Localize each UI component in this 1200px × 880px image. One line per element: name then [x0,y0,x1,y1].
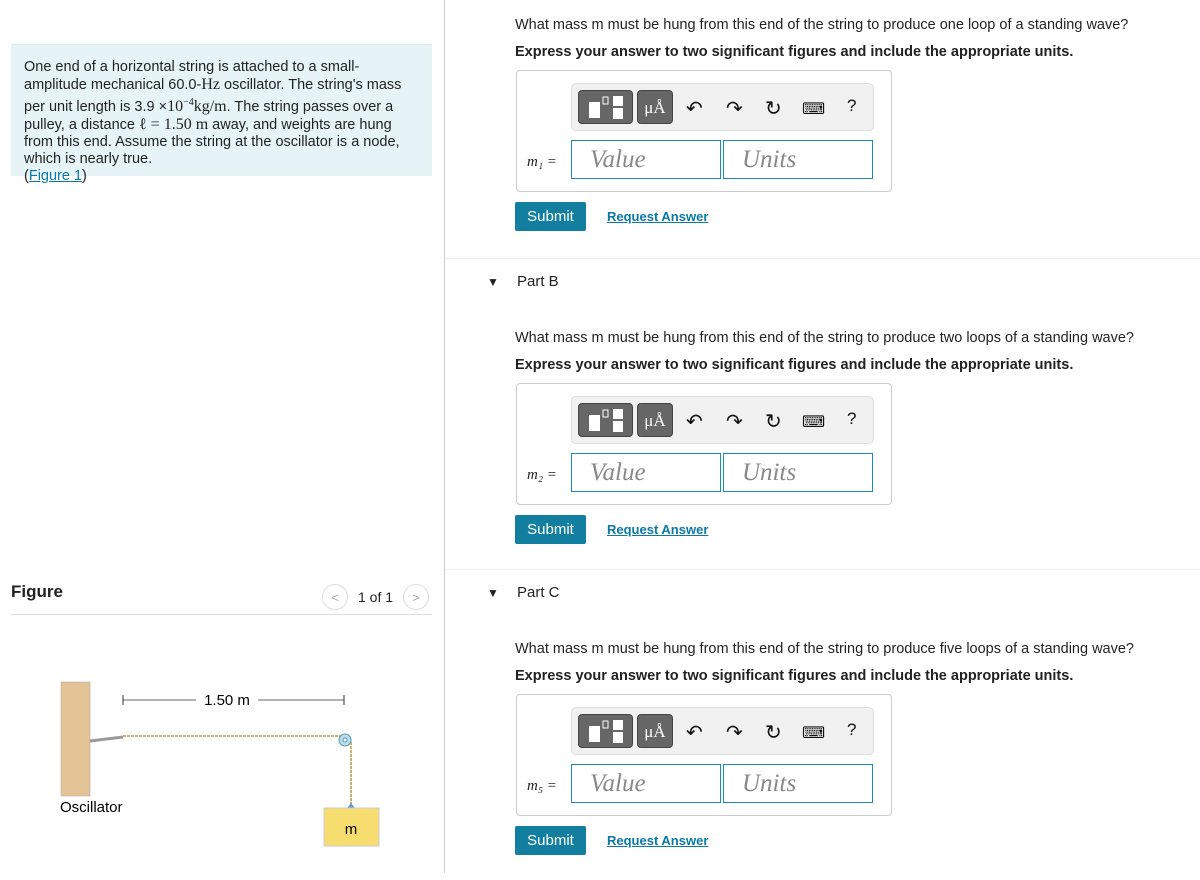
variable-label: m₅ = [527,778,557,794]
mass-label: m [345,821,358,838]
request-answer-link[interactable]: Request Answer [607,522,708,537]
instructions: Express your answer to two significant f… [515,357,1074,373]
oscillator-arm [89,735,124,743]
part-label: Part B [517,273,559,290]
answer-box: μÅ ↶ ↷ ↻ ⌨ ? m₁ = Value Units [516,70,892,192]
templates-button[interactable] [578,403,633,437]
instructions: Express your answer to two significant f… [515,44,1074,60]
value-input[interactable]: Value [571,140,721,179]
help-icon[interactable]: ? [847,409,856,429]
part-c: ▼ Part C What mass m must be hung from th… [445,569,1200,880]
submit-button[interactable]: Submit [515,826,586,855]
value-input[interactable]: Value [571,453,721,492]
templates-button[interactable] [578,714,633,748]
templates-button[interactable] [578,90,633,124]
instructions: Express your answer to two significant f… [515,668,1074,684]
submit-button[interactable]: Submit [515,202,586,231]
units-button[interactable]: μÅ [637,403,673,437]
next-figure-button[interactable]: > [403,584,430,610]
problem-statement: One end of a horizontal string is attach… [11,44,432,184]
part-b: ▼ Part B What mass m must be hung from th… [445,258,1200,569]
answer-box: μÅ ↶ ↷ ↻ ⌨ ? m₂ = Value Units [516,383,892,505]
help-icon[interactable]: ? [847,96,856,116]
reset-icon[interactable]: ↻ [765,409,782,434]
hook [347,803,355,808]
request-answer-link[interactable]: Request Answer [607,209,708,224]
units-input[interactable]: Units [723,140,873,179]
units-input[interactable]: Units [723,764,873,803]
prev-figure-button[interactable]: < [322,584,348,610]
dimension-label: 1.50 m [204,692,250,709]
keyboard-icon[interactable]: ⌨ [802,412,825,432]
redo-icon[interactable]: ↷ [726,720,743,745]
part-header[interactable]: ▼ Part C [445,569,1200,617]
keyboard-icon[interactable]: ⌨ [802,723,825,743]
redo-icon[interactable]: ↷ [726,96,743,121]
math-toolbar: μÅ ↶ ↷ ↻ ⌨ ? [571,396,874,444]
value-input[interactable]: Value [571,764,721,803]
page-indicator: 1 of 1 [358,589,394,605]
figure-pager: < 1 of 1 > [322,584,430,610]
reset-icon[interactable]: ↻ [765,720,782,745]
oscillator-block [60,681,91,797]
part-header[interactable]: ▼ Part B [445,258,1200,306]
units-input[interactable]: Units [723,453,873,492]
undo-icon[interactable]: ↶ [686,720,703,745]
undo-icon[interactable]: ↶ [686,409,703,434]
oscillator-label: Oscillator [60,799,123,816]
undo-icon[interactable]: ↶ [686,96,703,121]
redo-icon[interactable]: ↷ [726,409,743,434]
keyboard-icon[interactable]: ⌨ [802,99,825,119]
variable-label: m₁ = [527,154,557,170]
reset-icon[interactable]: ↻ [765,96,782,121]
submit-button[interactable]: Submit [515,515,586,544]
math-toolbar: μÅ ↶ ↷ ↻ ⌨ ? [571,83,874,131]
pulley-hub [342,737,348,743]
answer-box: μÅ ↶ ↷ ↻ ⌨ ? m₅ = Value Units [516,694,892,816]
part-label: Part C [517,584,560,601]
units-button[interactable]: μÅ [637,714,673,748]
help-icon[interactable]: ? [847,720,856,740]
collapse-triangle-icon[interactable]: ▼ [487,275,499,289]
collapse-triangle-icon[interactable]: ▼ [487,586,499,600]
request-answer-link[interactable]: Request Answer [607,833,708,848]
question-text: What mass m must be hung from this end o… [515,17,1129,33]
figure-diagram: 1.50 m Oscillator m [60,681,380,847]
question-text: What mass m must be hung from this end o… [515,330,1134,346]
units-button[interactable]: μÅ [637,90,673,124]
question-text: What mass m must be hung from this end o… [515,641,1134,657]
math-toolbar: μÅ ↶ ↷ ↻ ⌨ ? [571,707,874,755]
variable-label: m₂ = [527,467,557,483]
figure-title: Figure [11,582,63,601]
figure-link[interactable]: Figure 1 [29,168,82,184]
